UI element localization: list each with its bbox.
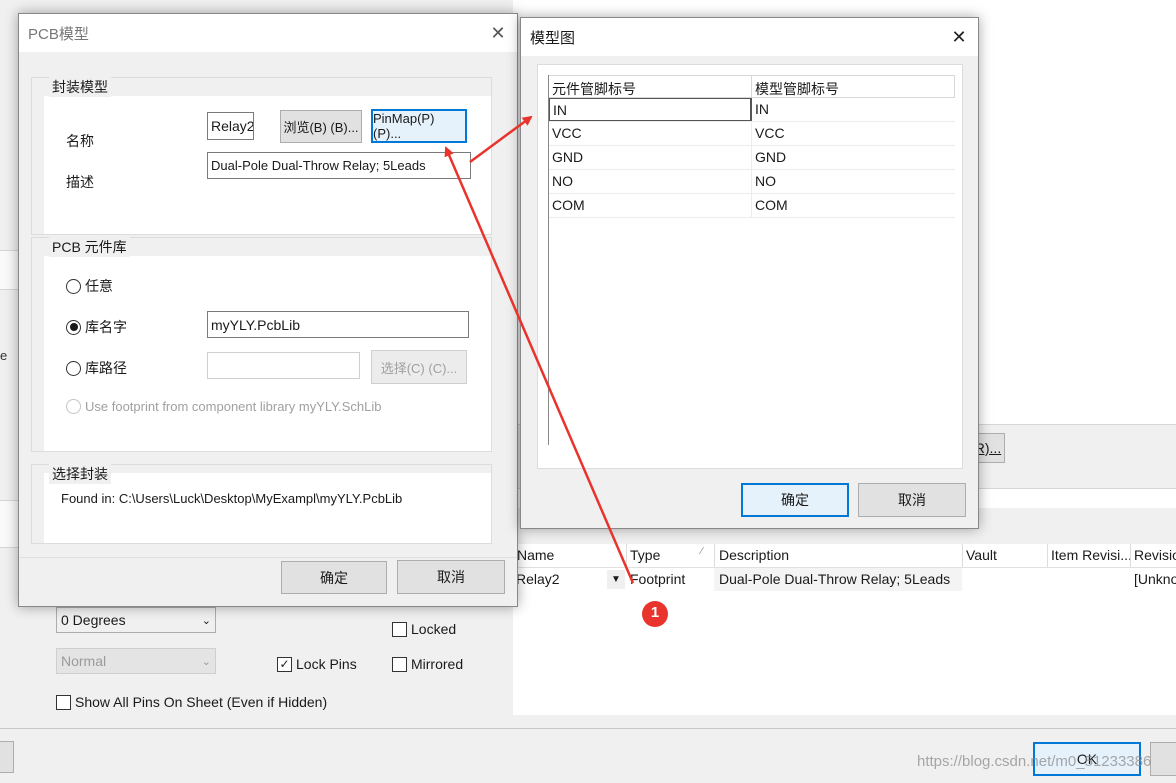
annotation-arrows bbox=[444, 115, 668, 627]
annotation-badge-number: 1 bbox=[650, 604, 660, 621]
annotation-arrow-to-model-map bbox=[469, 115, 533, 164]
annotation-arrow-to-pinmap bbox=[444, 146, 635, 584]
